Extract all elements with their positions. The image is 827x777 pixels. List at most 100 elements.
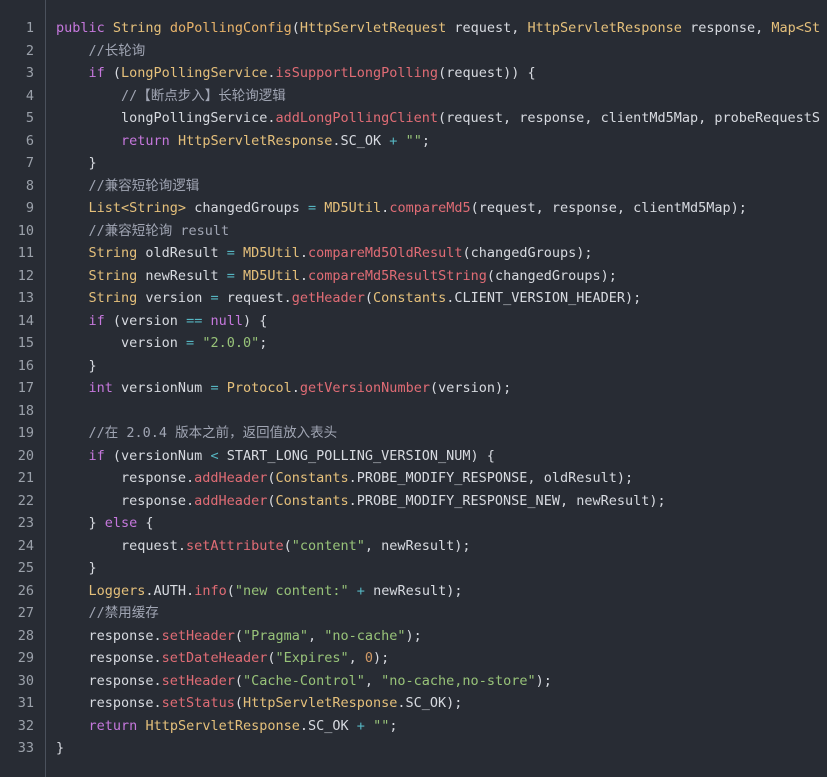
- line-number: 32: [17, 717, 34, 734]
- token-comment: //禁用缓存: [88, 605, 159, 621]
- code-line-5: 5 longPollingService.addLongPollingClien…: [0, 107, 827, 130]
- token-comment: //在 2.0.4 版本之前，返回值放入表头: [88, 425, 338, 441]
- code-line-33: 33}: [0, 737, 827, 760]
- code-line-15: 15 version = "2.0.0";: [0, 332, 827, 355]
- token-type: MD5Util: [242, 245, 300, 261]
- token-type: LongPollingService: [121, 65, 268, 81]
- line-code: response.addHeader(Constants.PROBE_MODIF…: [56, 490, 666, 513]
- token-text: );: [405, 627, 422, 644]
- token-text: version: [56, 335, 187, 351]
- code-lines: 1 public String doPollingConfig(HttpServl…: [0, 17, 827, 760]
- token-text: changedGroups: [186, 200, 308, 216]
- code-line-13: 13 String version = request.getHeader(Co…: [0, 287, 827, 310]
- token-text: newResult);: [364, 582, 463, 599]
- line-code: List<String> changedGroups = MD5Util.com…: [56, 197, 747, 220]
- code-line-30: 30 response.setHeader("Cache-Control", "…: [0, 670, 827, 693]
- token-text: );: [373, 650, 390, 666]
- token-operator: =: [186, 335, 195, 351]
- code-line-22: 22 response.addHeader(Constants.PROBE_MO…: [0, 490, 827, 513]
- token-method: setDateHeader: [161, 650, 268, 666]
- line-code: Loggers.AUTH.info("new content:" + newRe…: [56, 580, 463, 603]
- token-comment: //兼容短轮询 result: [88, 222, 230, 239]
- token-type: HttpServletResponse: [242, 695, 398, 711]
- line-number: 17: [17, 380, 34, 396]
- code-line-1: 1 public String doPollingConfig(HttpServl…: [0, 17, 827, 40]
- token-text: , newResult);: [364, 537, 471, 554]
- token-type: Constants: [275, 492, 349, 509]
- token-operator: =: [307, 200, 317, 216]
- token-text: .: [299, 267, 309, 284]
- token-type: String: [88, 267, 138, 284]
- code-line-3: 3 if (LongPollingService.isSupportLongPo…: [0, 62, 827, 85]
- token-text: response.: [56, 492, 195, 509]
- line-code: public String doPollingConfig(HttpServle…: [56, 17, 820, 40]
- line-code: return HttpServletResponse.SC_OK + "";: [56, 130, 430, 153]
- token-text: }: [56, 740, 65, 756]
- line-code: if (versionNum < START_LONG_POLLING_VERS…: [56, 445, 495, 468]
- token-method: isSupportLongPolling: [275, 65, 439, 81]
- line-code: //【断点步入】长轮询逻辑: [56, 85, 286, 108]
- token-text: .SC_OK: [299, 717, 357, 734]
- token-method: setAttribute: [186, 537, 284, 554]
- token-text: (request)) {: [438, 65, 536, 81]
- token-text: response.: [56, 650, 162, 666]
- token-comment: //长轮询: [88, 42, 146, 59]
- line-number: 24: [17, 537, 34, 554]
- line-number: 18: [17, 402, 34, 419]
- token-text: version: [137, 290, 211, 306]
- code-line-6: 6 return HttpServletResponse.SC_OK + "";: [0, 130, 827, 153]
- token-method: setHeader: [161, 627, 235, 644]
- token-string: "no-cache,no-store": [381, 672, 536, 689]
- token-text: response.: [56, 695, 162, 711]
- code-line-2: 2 //长轮询: [0, 40, 827, 63]
- token-keyword: public: [56, 20, 105, 36]
- token-text: ,: [348, 650, 365, 666]
- token-method: getVersionNumber: [299, 380, 430, 396]
- token-text: ,: [364, 672, 382, 689]
- line-number: 31: [17, 695, 34, 711]
- token-keyword: else: [104, 515, 138, 531]
- line-number: 23: [17, 515, 34, 531]
- token-method: compareMd5ResultString: [308, 267, 487, 284]
- line-code: response.setHeader("Pragma", "no-cache")…: [56, 625, 422, 648]
- line-code: //在 2.0.4 版本之前，返回值放入表头: [56, 422, 338, 445]
- line-number: 20: [17, 447, 34, 464]
- token-operator: =: [226, 267, 235, 284]
- token-operator: =: [210, 380, 219, 396]
- token-text: (changedGroups);: [462, 245, 593, 261]
- line-code: if (version == null) {: [56, 310, 268, 333]
- token-string: "": [405, 132, 422, 149]
- token-text: ;: [421, 132, 430, 149]
- token-text: START_LONG_POLLING_VERSION_NUM) {: [218, 447, 495, 464]
- token-text: response.: [56, 627, 162, 644]
- line-number: 25: [17, 560, 34, 576]
- code-line-18: 18: [0, 400, 827, 423]
- line-number: 11: [17, 245, 34, 261]
- line-code: } else {: [56, 512, 154, 535]
- token-type: MD5Util: [242, 267, 300, 284]
- line-number: 27: [17, 605, 34, 621]
- token-type: Constants: [373, 290, 447, 306]
- line-code: return HttpServletResponse.SC_OK + "";: [56, 715, 398, 738]
- token-type: HttpServletResponse: [177, 132, 333, 149]
- token-type: MD5Util: [324, 200, 382, 216]
- token-string: "content": [291, 537, 365, 554]
- line-code: int versionNum = Protocol.getVersionNumb…: [56, 377, 512, 400]
- token-operator: +: [356, 582, 365, 599]
- token-text: (: [234, 672, 243, 689]
- token-number: 0: [364, 650, 374, 666]
- token-text: response.: [56, 672, 162, 689]
- token-text: (: [283, 537, 292, 554]
- token-text: (version: [104, 312, 187, 329]
- line-number: 19: [17, 425, 34, 441]
- token-type: String: [112, 20, 162, 36]
- line-number: 8: [25, 177, 34, 194]
- token-type: HttpServletResponse: [527, 20, 682, 36]
